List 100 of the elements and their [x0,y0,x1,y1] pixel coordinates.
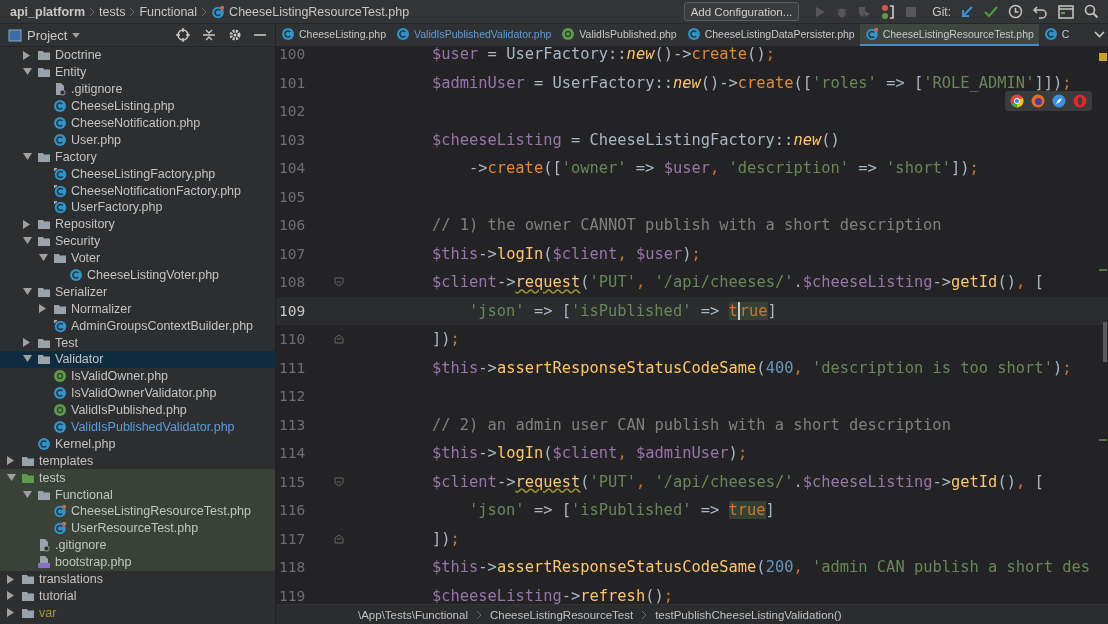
tree-item[interactable]: .gitignore [0,80,275,98]
tree-item-label: Validator [55,352,104,367]
line-number: 104 [278,160,307,177]
code-breadcrumb[interactable]: \App\Tests\Functional [358,608,468,621]
tree-item[interactable]: ValidIsPublished.php [0,401,275,419]
tree-item[interactable]: Repository [0,215,275,233]
tree-item[interactable]: tests [0,469,275,487]
panel-icon [8,28,22,42]
tree-item[interactable]: Factory [0,148,275,166]
test-class-icon [53,504,67,519]
editor-tab[interactable]: ValidIsPublishedValidator.php [391,24,557,46]
code-line: $adminUser = UserFactory::new()->create(['roles' => ['ROLE_ADMIN']]); [432,73,1072,92]
fold-icon[interactable] [334,334,344,345]
code-line: $this->assertResponseStatusCodeSame(200, 'admin CAN publish a short des [432,558,1090,577]
fold-icon[interactable] [334,533,344,544]
locate-button[interactable] [173,25,193,45]
tree-item-label: bootstrap.php [55,555,132,570]
tree-item-label: tests [39,470,66,485]
tree-item-label: CheeseNotification.php [71,116,201,130]
collapse-icon [202,28,216,42]
tree-item[interactable]: AdminGroupsContextBuilder.php [0,317,275,335]
tree-item[interactable]: Entity [0,63,275,81]
line-number: 108 [278,274,307,291]
tree-item[interactable]: CheeseListing.php [0,97,275,115]
breadcrumb-item[interactable]: api_platform [10,4,85,19]
tree-item-label: Doctrine [55,48,102,63]
tree-item[interactable]: Test [0,334,275,352]
code-line: ]); [432,529,460,548]
line-number: 105 [278,188,307,205]
browser-icon[interactable] [1010,94,1024,108]
breadcrumb-item[interactable]: tests [99,4,126,19]
project-view-dropdown[interactable]: Project [8,27,81,43]
code-breadcrumb[interactable]: testPublishCheeseListingValidation() [655,608,842,621]
class-icon [686,27,701,41]
folder-icon [37,234,51,249]
editor-tab[interactable]: C [1038,24,1075,46]
tree-item[interactable]: CheeseNotificationFactory.php [0,182,275,199]
line-number: 103 [278,131,307,148]
line-number: 109 [278,302,307,319]
tree-item[interactable]: IsValidOwner.php [0,367,275,385]
editor-tab[interactable]: CheeseListingResourceTest.php [859,24,1039,46]
browser-icon[interactable] [1052,94,1066,108]
tree-item[interactable]: Functional [0,486,275,504]
expanded-arrow-icon [22,68,32,77]
tree-item[interactable]: ValidIsPublishedValidator.php [0,418,275,436]
tree-item[interactable]: IsValidOwnerValidator.php [0,384,275,402]
tree-item-label: AdminGroupsContextBuilder.php [71,318,254,333]
tree-item[interactable]: translations [0,570,275,588]
class-icon [396,27,410,41]
code-line: $client->request('PUT', '/api/cheeses/'.$cheeseListing->getId(), [ [432,273,1044,292]
class-icon [1043,27,1058,41]
line-number: 119 [278,587,307,604]
code-line: $this->logIn($client, $adminUser); [432,444,748,463]
editor-tab[interactable]: CheeseListing.php [276,24,391,46]
tree-item[interactable]: CheeseListingResourceTest.php [0,503,275,520]
class-icon [53,386,67,401]
tree-item-label: Entity [55,65,87,80]
tree-item[interactable]: var [0,604,275,622]
class-icon [281,27,295,41]
fold-icon[interactable] [334,476,344,487]
tree-item[interactable]: UserFactory.php [0,199,275,216]
editor-tab[interactable]: ValidIsPublished.php [556,24,682,46]
tree-item[interactable]: Validator [0,351,275,368]
git-label: Git: [932,4,951,19]
scrollbar-thumb[interactable] [1103,322,1107,362]
tree-item[interactable]: Voter [0,249,275,267]
fold-icon[interactable] [334,277,344,288]
test-class-icon [53,521,67,536]
tree-item[interactable]: tutorial [0,587,275,605]
tree-item-label: Voter [71,251,101,266]
class-icon [53,166,67,181]
line-number: 113 [278,416,307,433]
code-line: $user = UserFactory::new()->create(); [432,47,775,64]
tree-item[interactable]: templates [0,452,275,470]
caret-icon [72,32,81,38]
breadcrumb-item[interactable]: CheeseListingResourceTest.php [229,4,410,19]
editor-tab[interactable]: CheeseListingDataPersister.php [681,24,860,46]
code-line: $client->request('PUT', '/api/cheeses/'.$cheeseListing->getId(), [ [432,472,1044,491]
tree-item[interactable]: Serializer [0,283,275,301]
line-number: 115 [278,473,307,490]
tree-item-label: Serializer [55,284,108,299]
tree-item[interactable]: Kernel.php [0,435,275,453]
collapsed-arrow-icon [23,50,31,60]
tree-item[interactable]: Doctrine [0,47,275,64]
class-icon [53,99,67,114]
line-number: 110 [278,331,307,348]
tree-item[interactable]: User.php [0,131,275,149]
clock-icon [1008,4,1023,19]
tree-item[interactable]: CheeseListingFactory.php [0,165,275,183]
tree-item[interactable]: CheeseListingVoter.php [0,266,275,284]
tree-item[interactable]: Security [0,232,275,250]
chevron-icon [201,6,208,17]
class-icon [53,183,67,198]
tree-item[interactable]: CheeseNotification.php [0,114,275,132]
breadcrumb-item[interactable]: Functional [139,4,198,19]
expanded-arrow-icon [22,355,32,364]
tree-item-label: IsValidOwner.php [71,369,169,384]
add-configuration-button[interactable]: Add Configuration... [683,2,800,21]
code-breadcrumb[interactable]: CheeseListingResourceTest [489,608,634,621]
tree-item[interactable]: Normalizer [0,300,275,318]
